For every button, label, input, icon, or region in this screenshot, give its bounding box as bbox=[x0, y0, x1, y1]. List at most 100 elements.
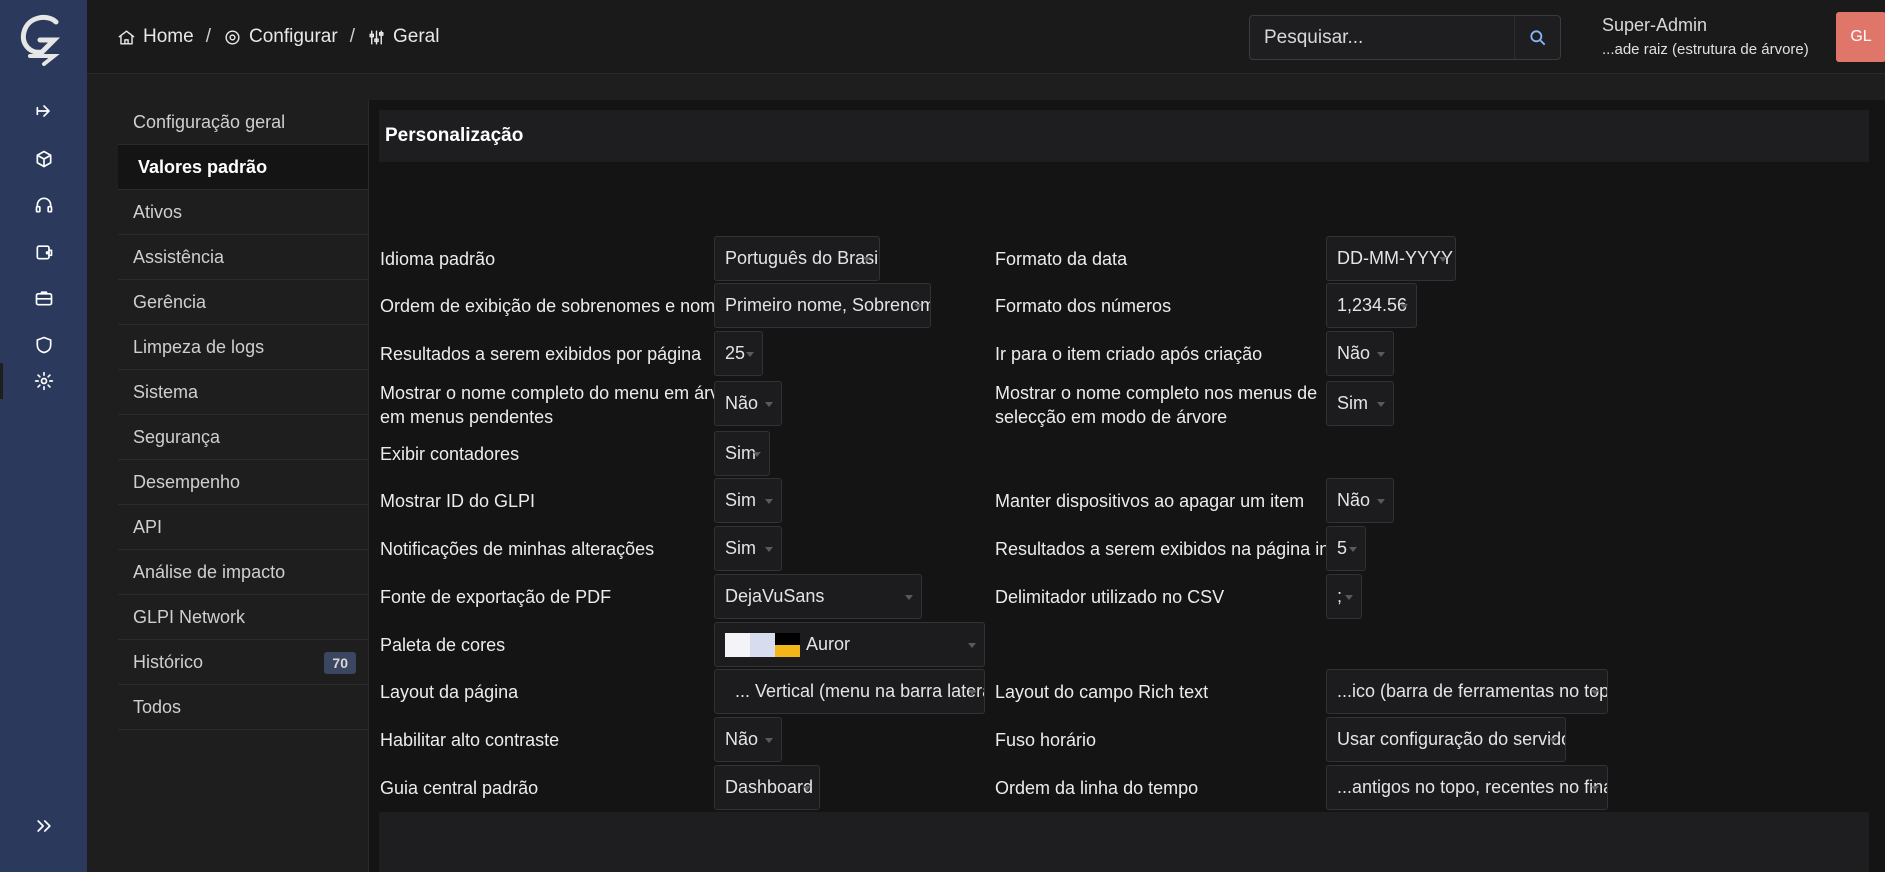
tab-api[interactable]: API bbox=[118, 505, 368, 550]
dropdown-caret-icon bbox=[803, 786, 811, 791]
user-name: Super-Admin bbox=[1602, 15, 1708, 35]
pdf-font-value: DejaVuSans bbox=[725, 586, 825, 606]
glpi-logo[interactable] bbox=[18, 10, 68, 66]
palette-select[interactable]: Auror bbox=[714, 622, 985, 667]
show-id-value: Sim bbox=[725, 490, 756, 510]
tab-impact-analysis[interactable]: Análise de impacto bbox=[118, 550, 368, 595]
date-format-label: Formato da data bbox=[995, 249, 1128, 269]
dropdown-caret-icon bbox=[968, 690, 976, 695]
tab-performance[interactable]: Desempenho bbox=[118, 460, 368, 505]
palette-value: Auror bbox=[806, 634, 851, 654]
keep-devices-select[interactable]: Não bbox=[1326, 478, 1394, 523]
dropdown-caret-icon bbox=[863, 257, 871, 262]
headset-icon[interactable] bbox=[31, 192, 57, 218]
breadcrumb-separator: / bbox=[205, 26, 211, 47]
date-format-value: DD-MM-YYYY bbox=[1337, 248, 1453, 268]
palette-swatch-color-1 bbox=[725, 632, 750, 657]
wallet-icon[interactable] bbox=[31, 239, 57, 265]
breadcrumb-home[interactable]: Home bbox=[117, 26, 194, 48]
tab-management[interactable]: Gerência bbox=[118, 280, 368, 325]
dropdown-caret-icon bbox=[1591, 786, 1599, 791]
tab-glpi-network[interactable]: GLPI Network bbox=[118, 595, 368, 640]
tab-general-config[interactable]: Configuração geral bbox=[118, 100, 368, 145]
search-button[interactable] bbox=[1514, 16, 1560, 59]
tab-system[interactable]: Sistema bbox=[118, 370, 368, 415]
search-input[interactable] bbox=[1250, 26, 1512, 49]
high-contrast-select[interactable]: Não bbox=[714, 717, 782, 762]
gear-icon[interactable] bbox=[31, 368, 57, 394]
csv-delimiter-select[interactable]: ; bbox=[1326, 574, 1362, 619]
page-layout-label: Layout da página bbox=[380, 682, 519, 702]
csv-delimiter-value: ; bbox=[1337, 586, 1343, 606]
tab-log-cleanup[interactable]: Limpeza de logs bbox=[118, 325, 368, 370]
breadcrumb: Home / Configurar / Geral bbox=[117, 26, 439, 48]
avatar[interactable]: GL bbox=[1836, 12, 1885, 62]
gear-icon bbox=[225, 29, 240, 45]
tab-history-label: Histórico bbox=[133, 651, 204, 672]
richtext-layout-select[interactable]: ...ico (barra de ferramentas no topo) bbox=[1326, 669, 1608, 714]
palette-swatch-color-2 bbox=[750, 632, 775, 657]
tab-assets[interactable]: Ativos bbox=[118, 190, 368, 235]
show-id-select[interactable]: Sim bbox=[714, 478, 782, 523]
csv-delimiter-label: Delimitador utilizado no CSV bbox=[995, 587, 1225, 607]
active-nav-marker bbox=[0, 363, 3, 399]
dropdown-caret-icon bbox=[968, 643, 976, 648]
tab-all[interactable]: Todos bbox=[118, 685, 368, 730]
goto-created-select[interactable]: Não bbox=[1326, 331, 1394, 376]
briefcase-icon[interactable] bbox=[31, 285, 57, 311]
timeline-order-label: Ordem da linha do tempo bbox=[995, 778, 1199, 798]
content-spacer bbox=[87, 74, 1885, 100]
goto-created-label: Ir para o item criado após criação bbox=[995, 344, 1263, 364]
palette-label: Paleta de cores bbox=[380, 635, 506, 655]
counters-value: Sim bbox=[725, 443, 756, 463]
settings-tabs: Configuração geral Valores padrão Ativos… bbox=[118, 100, 370, 740]
full-name-tree-label: Mostrar o nome completo nos menus de sel… bbox=[995, 381, 1317, 429]
name-order-value: Primeiro nome, Sobrenome bbox=[725, 295, 931, 315]
language-select[interactable]: Português do Brasil bbox=[714, 236, 880, 281]
counters-label: Exibir contadores bbox=[380, 444, 520, 464]
name-order-select[interactable]: Primeiro nome, Sobrenome bbox=[714, 283, 931, 328]
sliders-icon bbox=[369, 29, 384, 45]
dropdown-caret-icon bbox=[765, 499, 773, 504]
tab-security[interactable]: Segurança bbox=[118, 415, 368, 460]
full-menu-tree-select[interactable]: Não bbox=[714, 381, 782, 426]
breadcrumb-home-label: Home bbox=[143, 26, 194, 47]
language-label: Idioma padrão bbox=[380, 249, 496, 269]
tab-history[interactable]: Histórico 70 bbox=[118, 640, 368, 685]
breadcrumb-general[interactable]: Geral bbox=[367, 26, 439, 48]
pdf-font-select[interactable]: DejaVuSans bbox=[714, 574, 922, 619]
dropdown-caret-icon bbox=[1345, 595, 1353, 600]
full-menu-tree-label-line2: em menus pendentes bbox=[380, 407, 554, 427]
date-format-select[interactable]: DD-MM-YYYY bbox=[1326, 236, 1456, 281]
timezone-select[interactable]: Usar configuração do servidor bbox=[1326, 717, 1566, 762]
notifications-select[interactable]: Sim bbox=[714, 526, 782, 571]
name-order-label: Ordem de exibição de sobrenomes e nomes bbox=[380, 296, 735, 316]
breadcrumb-configure-label: Configurar bbox=[248, 26, 338, 47]
dropdown-caret-icon bbox=[1591, 690, 1599, 695]
breadcrumb-configure[interactable]: Configurar bbox=[223, 26, 338, 48]
counters-select[interactable]: Sim bbox=[714, 431, 770, 476]
arrow-right-to-bracket-icon[interactable] bbox=[31, 98, 57, 124]
tab-assistance[interactable]: Assistência bbox=[118, 235, 368, 280]
main-sidebar bbox=[0, 0, 87, 872]
timeline-order-select[interactable]: ...antigos no topo, recentes no final) bbox=[1326, 765, 1608, 810]
results-per-page-label: Resultados a serem exibidos por página bbox=[380, 344, 702, 364]
central-tab-label: Guia central padrão bbox=[380, 778, 539, 798]
full-name-tree-select[interactable]: Sim bbox=[1326, 381, 1394, 426]
central-tab-select[interactable]: Dashboard bbox=[714, 765, 820, 810]
page-layout-value: ... Vertical (menu na barra lateral) bbox=[735, 681, 985, 701]
dropdown-caret-icon bbox=[1439, 257, 1447, 262]
results-per-page-select[interactable]: 25 bbox=[714, 331, 763, 376]
user-menu[interactable]: Super-Admin ...ade raiz (estrutura de ár… bbox=[1602, 15, 1822, 58]
home-results-select[interactable]: 5 bbox=[1326, 526, 1366, 571]
cube-icon[interactable] bbox=[31, 146, 57, 172]
timezone-value: Usar configuração do servidor bbox=[1337, 729, 1566, 749]
collapse-chevrons-icon[interactable] bbox=[31, 813, 57, 839]
tab-default-values[interactable]: Valores padrão bbox=[118, 145, 370, 190]
palette-swatch bbox=[725, 632, 800, 657]
number-format-select[interactable]: 1,234.56 bbox=[1326, 283, 1417, 328]
dropdown-caret-icon bbox=[765, 738, 773, 743]
shield-icon[interactable] bbox=[31, 332, 57, 358]
full-name-tree-label-line1: Mostrar o nome completo nos menus de bbox=[995, 383, 1318, 403]
page-layout-select[interactable]: ... Vertical (menu na barra lateral) bbox=[714, 669, 985, 714]
